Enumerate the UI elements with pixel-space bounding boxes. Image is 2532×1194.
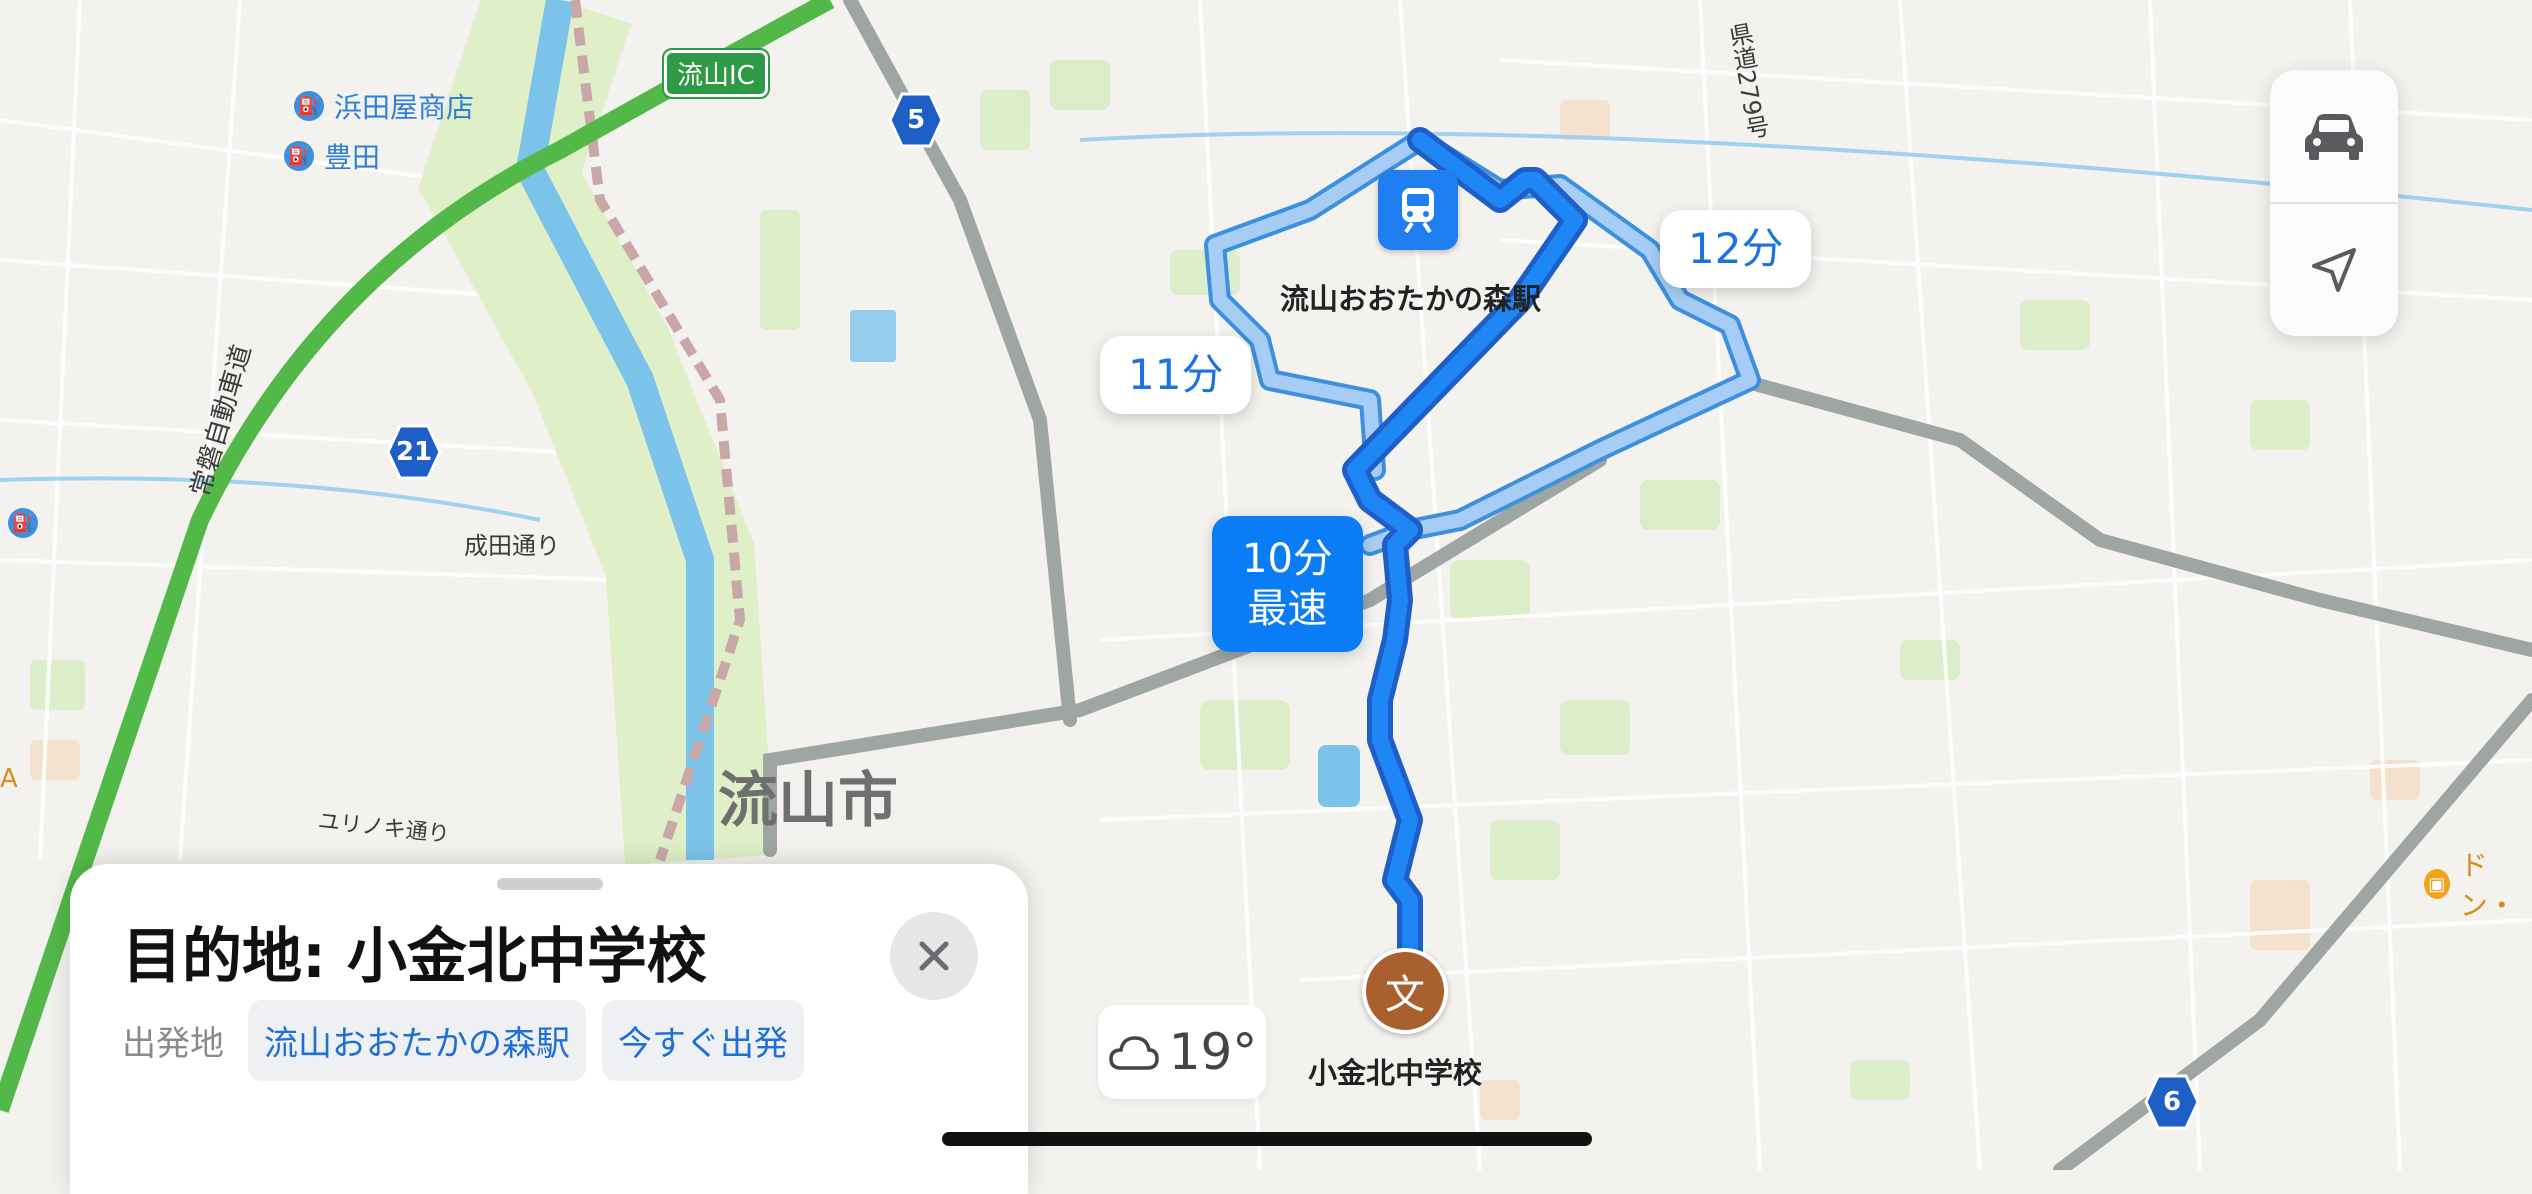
origin-label: 出発地: [122, 1024, 224, 1064]
cloud-icon: [1108, 1036, 1159, 1070]
route-duration: 11分: [1128, 350, 1224, 399]
poi-label: 豊田: [324, 141, 381, 174]
temperature: 19°: [1168, 1023, 1258, 1081]
weather-badge: 19°: [1098, 1005, 1266, 1099]
poi-toyoda[interactable]: ⛽ 豊田: [284, 136, 380, 176]
transport-mode-button[interactable]: [2270, 70, 2398, 202]
poi-fuel-edge[interactable]: ⛽: [8, 508, 38, 538]
route-duration: 10分: [1242, 536, 1333, 582]
route-shield-6[interactable]: 6: [2144, 1074, 2200, 1130]
route-duration: 12分: [1688, 224, 1784, 273]
sheet-grabber[interactable]: [497, 878, 603, 890]
car-icon: [2305, 114, 2363, 160]
edge-label: A: [0, 764, 18, 794]
route-shield-21[interactable]: 21: [386, 424, 442, 480]
route-shield-5[interactable]: 5: [888, 92, 944, 148]
origin-chip[interactable]: 流山おおたかの森駅: [248, 1000, 586, 1081]
depart-time-chip[interactable]: 今すぐ出発: [602, 1000, 804, 1081]
shield-number: 5: [906, 105, 926, 135]
destination-title: 目的地: 小金北中学校: [122, 922, 707, 992]
shopping-bag-icon: ▣: [2424, 869, 2450, 899]
poi-label: ドン・: [2459, 849, 2516, 922]
city-label: 流山市: [718, 766, 898, 836]
destination-pin[interactable]: 文: [1362, 948, 1448, 1034]
ic-sign[interactable]: 流山IC: [662, 48, 770, 99]
train-icon: [1402, 188, 1434, 234]
station-pin[interactable]: [1378, 170, 1458, 250]
home-indicator[interactable]: [942, 1132, 1592, 1146]
fuel-icon: ⛽: [294, 91, 324, 121]
shield-number: 21: [395, 437, 433, 467]
poi-don[interactable]: ▣ ドン・: [2424, 844, 2532, 924]
route-callout-12[interactable]: 12分: [1660, 210, 1812, 288]
ic-label: 流山IC: [677, 61, 755, 91]
map-controls: [2270, 70, 2398, 336]
destination-pin-label[interactable]: 小金北中学校: [1308, 1050, 1482, 1092]
route-callout-11[interactable]: 11分: [1100, 336, 1252, 414]
road-label-narita: 成田通り: [464, 532, 560, 560]
route-callout-fastest[interactable]: 10分 最速: [1212, 516, 1363, 652]
fuel-icon: ⛽: [8, 508, 38, 538]
fuel-icon: ⛽: [284, 141, 314, 171]
shield-number: 6: [2162, 1087, 2182, 1117]
route-fastest-note: 最速: [1247, 586, 1328, 632]
station-label[interactable]: 流山おおたかの森駅: [1280, 276, 1541, 318]
locate-button[interactable]: [2270, 204, 2398, 336]
poi-label: 浜田屋商店: [334, 91, 475, 124]
location-arrow-icon: [2312, 248, 2356, 292]
close-icon: [919, 941, 949, 971]
poi-hamadaya[interactable]: ⛽ 浜田屋商店: [294, 86, 474, 126]
close-button[interactable]: [890, 912, 978, 1000]
directions-sheet: 目的地: 小金北中学校 出発地 流山おおたかの森駅 今すぐ出発: [70, 864, 1028, 1194]
origin-row: 出発地 流山おおたかの森駅 今すぐ出発: [122, 1000, 804, 1081]
school-icon: 文: [1385, 972, 1425, 1018]
